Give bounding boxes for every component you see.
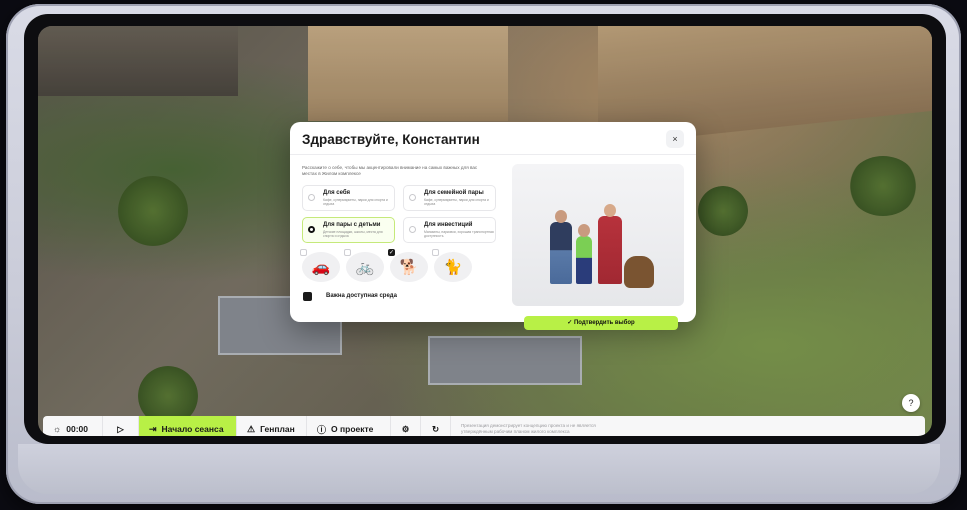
figure-child <box>576 224 592 284</box>
car-icon: 🚗 <box>311 259 331 276</box>
play-icon: ▷ <box>117 423 124 434</box>
enter-icon: ⇥ <box>149 423 157 434</box>
dog-icon: 🐕 <box>399 259 419 276</box>
screen-bezel: Здравствуйте, Константин × Расскажите о … <box>24 14 946 444</box>
session-start-button[interactable]: ⇥ Начало сеанса <box>139 416 237 436</box>
option-title: Для семейной пары <box>424 190 484 196</box>
accessibility-toggle[interactable] <box>303 292 312 301</box>
masterplan-button[interactable]: ⚠ Генплан <box>237 416 307 436</box>
family-preview <box>512 164 684 306</box>
plan-label: Генплан <box>260 424 295 434</box>
extra-bicycle[interactable]: 🚲 <box>344 249 384 282</box>
option-desc: Детские площадки, школы, места для спорт… <box>323 230 383 239</box>
device-base <box>18 444 940 494</box>
settings-button[interactable]: ⚙ <box>391 416 421 436</box>
figure-dog <box>624 256 654 288</box>
play-button[interactable]: ▷ <box>103 416 139 436</box>
question-icon: ? <box>908 398 914 408</box>
modal-subtitle: Расскажите о себе, чтобы мы акцентировал… <box>302 165 478 177</box>
modal-title: Здравствуйте, Константин <box>302 132 480 147</box>
option-investment[interactable]: Для инвестиций Магазины, парковки, хорош… <box>403 217 496 243</box>
refresh-icon: ↻ <box>431 423 440 434</box>
time-value: 00:00 <box>66 424 88 434</box>
checkbox[interactable] <box>300 249 307 256</box>
figure-woman <box>550 210 572 284</box>
checkbox[interactable] <box>432 249 439 256</box>
option-title: Для инвестиций <box>424 222 473 228</box>
check-icon: ✓ <box>567 320 574 326</box>
checkbox-checked[interactable]: ✓ <box>388 249 395 256</box>
time-display[interactable]: ☼ 00:00 <box>43 416 103 436</box>
cat-icon: 🐈 <box>443 259 463 276</box>
map-icon: ⚠ <box>247 423 256 434</box>
help-button[interactable]: ? <box>902 394 920 412</box>
extra-dog[interactable]: ✓ 🐕 <box>388 249 428 282</box>
about-label: О проекте <box>331 424 374 434</box>
refresh-button[interactable]: ↻ <box>421 416 451 436</box>
info-icon: ⓘ <box>317 424 327 435</box>
close-icon: × <box>672 134 678 144</box>
confirm-label: Подтвердить выбор <box>573 320 635 326</box>
figure-man <box>598 204 622 284</box>
option-family[interactable]: Для семейной пары Кафе, супермаркеты, па… <box>403 185 496 211</box>
option-desc: Кафе, супермаркеты, парки для спорта и о… <box>323 198 388 207</box>
bottom-toolbar: ☼ 00:00 ▷ ⇥ Начало сеанса ⚠ Генплан ⓘ О … <box>43 416 925 436</box>
option-title: Для себя <box>323 190 350 196</box>
accessibility-label: Важна доступная среда <box>326 293 397 299</box>
radio-selected-icon <box>308 226 315 233</box>
confirm-button[interactable]: ✓ Подтвердить выбор <box>524 316 678 330</box>
option-title: Для пары с детьми <box>323 222 381 228</box>
divider <box>290 154 696 155</box>
about-button[interactable]: ⓘ О проекте <box>307 416 391 436</box>
option-desc: Магазины, парковки, хорошая транспортная… <box>424 230 494 239</box>
session-label: Начало сеанса <box>161 424 224 434</box>
radio-icon <box>409 226 416 233</box>
onboarding-modal: Здравствуйте, Константин × Расскажите о … <box>290 122 696 330</box>
checkbox[interactable] <box>344 249 351 256</box>
radio-icon <box>409 194 416 201</box>
extra-cat[interactable]: 🐈 <box>432 249 472 282</box>
option-self[interactable]: Для себя Кафе, супермаркеты, парки для с… <box>302 185 395 211</box>
extra-car[interactable]: 🚗 <box>300 249 340 282</box>
disclaimer-text: Презентация демонстрирует концепцию прое… <box>461 423 596 434</box>
radio-icon <box>308 194 315 201</box>
gear-icon: ⚙ <box>401 423 410 434</box>
option-desc: Кафе, супермаркеты, парки для спорта и о… <box>424 198 489 207</box>
bicycle-icon: 🚲 <box>355 259 375 276</box>
close-button[interactable]: × <box>666 130 684 148</box>
option-family-kids[interactable]: Для пары с детьми Детские площадки, школ… <box>302 217 395 243</box>
device-frame: Здравствуйте, Константин × Расскажите о … <box>6 4 961 504</box>
app-screen: Здравствуйте, Константин × Расскажите о … <box>38 26 932 436</box>
sun-icon: ☼ <box>53 424 62 434</box>
